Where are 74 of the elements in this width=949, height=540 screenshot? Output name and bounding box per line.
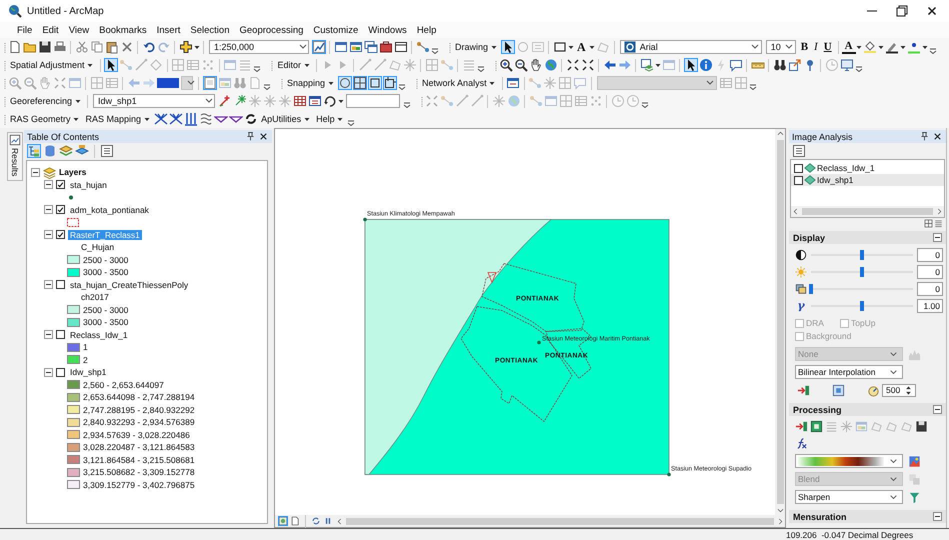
dropdown[interactable]: Bilinear Interpolation xyxy=(795,365,903,379)
menu-item[interactable]: Help xyxy=(412,24,442,36)
section-title: Processing xyxy=(793,404,842,414)
legend-label: 1 xyxy=(83,342,88,352)
section-header[interactable]: Processing xyxy=(789,403,946,416)
layer-group-name[interactable]: Layers xyxy=(59,167,86,178)
dropdown[interactable]: Arial xyxy=(620,40,762,54)
menu-item[interactable]: Windows xyxy=(363,24,412,36)
menu-item[interactable]: Bookmarks xyxy=(94,24,152,36)
dropdown[interactable]: 1:250,000 xyxy=(209,40,309,54)
panel-title: Image Analysis xyxy=(792,132,853,142)
section-title: Mensuration xyxy=(793,512,847,522)
legend-label: 3000 - 3500 xyxy=(83,317,128,328)
value-field[interactable]: 1.00 xyxy=(917,298,943,312)
value-field[interactable]: 0 xyxy=(917,282,943,296)
section-header[interactable]: Mensuration xyxy=(789,510,946,523)
legend-label: 3000 - 3500 xyxy=(83,267,128,278)
menu-item[interactable]: Geoprocessing xyxy=(234,24,308,36)
text-format-button[interactable]: I xyxy=(811,41,821,53)
dropdown[interactable]: Sharpen xyxy=(795,490,903,504)
menu-item[interactable]: File xyxy=(12,24,38,36)
value-field[interactable]: 0 xyxy=(917,264,943,278)
legend-label: 2,747.288195 - 2,840.932292 xyxy=(83,404,195,415)
legend-heading: ch2017 xyxy=(80,291,110,304)
legend-label: 3,028.220487 - 3,121.864583 xyxy=(83,442,195,452)
legend-label: 2500 - 3000 xyxy=(83,304,128,315)
text-format-button[interactable]: A xyxy=(842,40,856,54)
toolbar-menu[interactable]: Drawing xyxy=(452,40,500,54)
toolbar-menu[interactable]: Network Analyst xyxy=(419,76,499,90)
legend-label: 2500 - 3000 xyxy=(83,254,128,265)
section-title: Display xyxy=(793,232,826,242)
panel-title: Table Of Contents xyxy=(27,132,100,142)
toolbar-menu[interactable]: RAS Mapping xyxy=(82,112,154,126)
layer-name[interactable]: sta_hujan xyxy=(68,180,109,190)
coordinate-readout: 109.206 -0.047 Decimal Degrees xyxy=(786,530,914,540)
toolbar-menu[interactable]: Help xyxy=(313,112,347,126)
window-title: Untitled - ArcMap xyxy=(27,6,104,16)
section-header[interactable]: Display xyxy=(789,231,946,244)
menu-item[interactable]: Customize xyxy=(308,24,364,36)
menu-item[interactable]: Selection xyxy=(185,24,234,36)
legend-label: 2 xyxy=(83,354,88,365)
toolbar-menu[interactable]: Snapping xyxy=(284,76,338,90)
menu-item[interactable]: Insert xyxy=(152,24,186,36)
side-tab-label: Results xyxy=(10,148,20,176)
text-format-button[interactable]: B xyxy=(798,41,812,53)
menu-item[interactable]: Edit xyxy=(37,24,64,36)
legend-label: 3,215.508682 - 3,309.152778 xyxy=(83,467,195,478)
menu-item[interactable]: View xyxy=(64,24,94,36)
legend-label: 2,840.932293 - 2,934.576389 xyxy=(83,417,195,428)
layer-name[interactable]: Idw_shp1 xyxy=(68,367,108,378)
number-field[interactable]: 500 xyxy=(882,384,916,396)
layer-name[interactable]: Reclass_Idw_1 xyxy=(68,330,130,340)
layer-name[interactable]: adm_kota_pontianak xyxy=(68,204,151,215)
legend-label: 2,653.644098 - 2,747.288194 xyxy=(83,392,195,402)
toolbar-menu[interactable]: Spatial Adjustment xyxy=(7,58,97,72)
text-format-button[interactable]: A xyxy=(574,40,589,54)
value-field[interactable]: 0 xyxy=(917,248,943,262)
layer-list-item[interactable]: Idw_shp1 xyxy=(791,174,944,186)
legend-heading: C_Hujan xyxy=(80,241,116,254)
gamma-symbol: γ xyxy=(796,299,806,312)
legend-label: 3,309.152779 - 3,402.796875 xyxy=(83,480,195,490)
layer-name[interactable]: sta_hujan_CreateThiessenPoly xyxy=(68,280,190,290)
toolbar-menu[interactable]: Georeferencing xyxy=(7,94,84,108)
legend-label: 2,934.57639 - 3,028.220486 xyxy=(83,430,190,440)
layer-list-item[interactable]: Reclass_Idw_1 xyxy=(791,162,944,174)
legend-label: 3,121.864584 - 3,215.508681 xyxy=(83,454,195,465)
legend-label: 2,560 - 2,653.644097 xyxy=(83,380,164,390)
toolbar-menu[interactable]: RAS Geometry xyxy=(7,112,83,126)
side-tab[interactable]: Results xyxy=(7,132,23,182)
toolbar-menu[interactable]: Editor xyxy=(274,58,314,72)
dropdown[interactable]: Idw_shp1 xyxy=(93,94,216,108)
toolbar-menu[interactable]: ApUtilities xyxy=(258,112,314,126)
dropdown[interactable]: 10 xyxy=(766,40,796,54)
text-format-button[interactable]: U xyxy=(820,41,835,53)
